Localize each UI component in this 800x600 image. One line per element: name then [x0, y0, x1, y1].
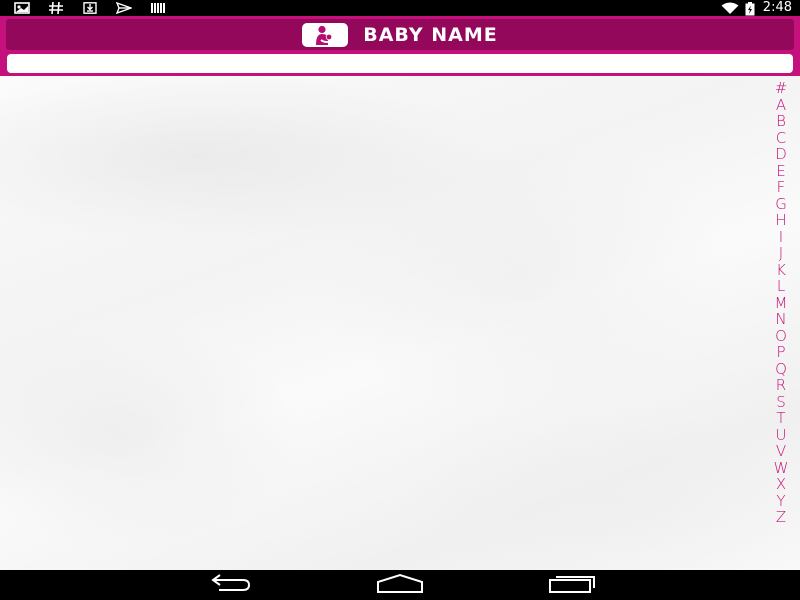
alphabet-index-letter[interactable]: U: [767, 426, 795, 444]
alphabet-index-letter[interactable]: P: [767, 344, 795, 361]
mother-baby-icon: [302, 22, 349, 47]
alphabet-index-letter[interactable]: V: [767, 443, 795, 460]
alphabet-index-letter[interactable]: I: [767, 228, 795, 246]
alphabet-index-letter[interactable]: T: [767, 410, 795, 427]
recent-apps-button[interactable]: [548, 575, 596, 595]
alphabet-index-letter[interactable]: E: [767, 162, 795, 180]
alphabet-index-letter[interactable]: Z: [767, 509, 795, 526]
alphabet-index-letter[interactable]: #: [767, 80, 795, 97]
home-icon: [376, 573, 424, 597]
names-list-area[interactable]: # A B C D E F G H I J K L M N O P Q R S T U V W X Y Z: [0, 76, 800, 570]
navigation-bar: [0, 570, 800, 600]
send-icon: [116, 2, 132, 14]
alphabet-index-letter[interactable]: F: [767, 179, 795, 196]
screen: 2:48 BABY NAME # A B C D E F G H I J K L M N O P Q R S T U V W X…: [0, 0, 800, 600]
alphabet-index-letter[interactable]: J: [767, 245, 795, 262]
status-clock: 2:48: [762, 0, 792, 15]
wifi-icon: [721, 2, 739, 14]
download-icon: [82, 2, 98, 14]
alphabet-index-letter[interactable]: L: [767, 278, 795, 295]
alphabet-index-letter[interactable]: A: [767, 96, 795, 114]
alphabet-index-letter[interactable]: R: [767, 377, 795, 394]
back-icon: [205, 573, 253, 597]
recent-apps-icon: [548, 573, 596, 597]
alphabet-index-letter[interactable]: K: [767, 261, 795, 279]
status-notifications: [14, 0, 166, 16]
barcode-icon: [150, 2, 166, 14]
alphabet-index-letter[interactable]: Y: [767, 492, 795, 510]
alphabet-index-letter[interactable]: W: [767, 459, 795, 477]
alphabet-index-letter[interactable]: B: [767, 113, 795, 130]
alphabet-index-letter[interactable]: S: [767, 393, 795, 411]
alphabet-index-letter[interactable]: D: [767, 146, 795, 163]
battery-icon: [745, 2, 755, 16]
hash-icon: [48, 2, 64, 14]
title-bar: BABY NAME: [6, 19, 794, 50]
alphabet-index[interactable]: # A B C D E F G H I J K L M N O P Q R S T U V W X Y Z: [767, 80, 795, 526]
alphabet-index-letter[interactable]: N: [767, 311, 795, 328]
alphabet-index-letter[interactable]: M: [767, 294, 795, 312]
back-button[interactable]: [205, 573, 253, 597]
alphabet-index-letter[interactable]: Q: [767, 360, 795, 378]
photo-icon: [14, 2, 30, 14]
alphabet-index-letter[interactable]: O: [767, 327, 795, 345]
search-input[interactable]: [7, 54, 793, 73]
app-title: BABY NAME: [363, 23, 498, 46]
alphabet-index-letter[interactable]: C: [767, 129, 795, 147]
status-bar: 2:48: [0, 0, 800, 16]
alphabet-index-letter[interactable]: X: [767, 476, 795, 493]
home-button[interactable]: [376, 573, 424, 597]
alphabet-index-letter[interactable]: G: [767, 195, 795, 213]
alphabet-index-letter[interactable]: H: [767, 212, 795, 229]
status-system: 2:48: [721, 0, 792, 16]
app-header: BABY NAME: [0, 16, 800, 76]
